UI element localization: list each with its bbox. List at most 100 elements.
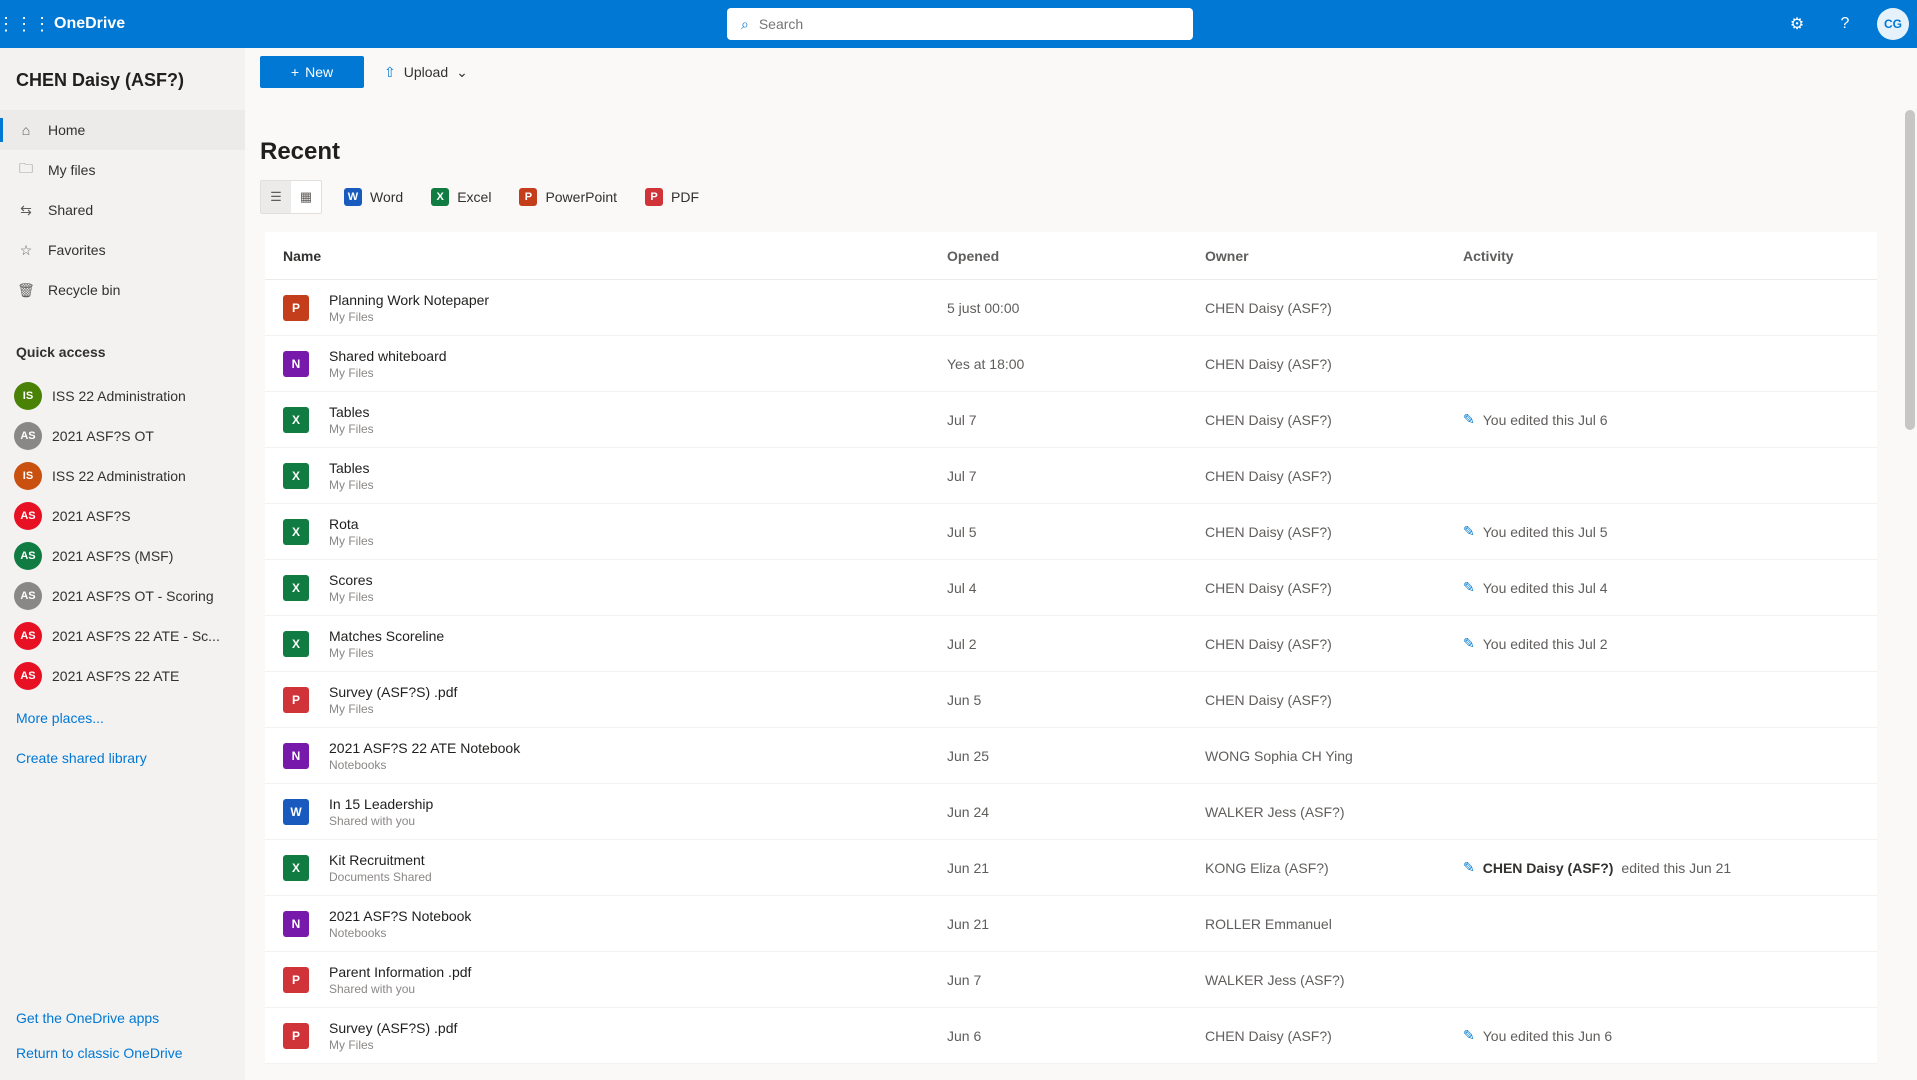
create-library-link[interactable]: Create shared library [16,750,147,766]
view-toggle[interactable]: ☰ ▦ [260,180,322,214]
file-name-cell[interactable]: X Kit Recruitment Documents Shared [265,852,947,884]
table-row[interactable]: W In 15 Leadership Shared with you Jun 24 WA… [265,784,1877,840]
table-row[interactable]: X Scores My Files Jul 4 CHEN Daisy (ASF?) ✎ Yo… [265,560,1877,616]
column-owner[interactable]: Owner [1205,248,1463,264]
app-name[interactable]: OneDrive [54,15,125,33]
file-name[interactable]: Shared whiteboard [329,348,447,364]
file-name-cell[interactable]: N Shared whiteboard My Files [265,348,947,380]
file-name-cell[interactable]: X Tables My Files [265,404,947,436]
table-row[interactable]: P Survey (ASF?S) .pdf My Files Jun 5 CHEN Da… [265,672,1877,728]
excel-file-icon: X [283,518,309,545]
table-row[interactable]: N 2021 ASF?S 22 ATE Notebook Notebooks Jun … [265,728,1877,784]
sidebar-item-shared[interactable]: ⇆ Shared [0,190,245,230]
file-name-cell[interactable]: X Matches Scoreline My Files [265,628,947,660]
new-button[interactable]: + New [260,56,364,88]
file-name-cell[interactable]: X Rota My Files [265,516,947,548]
onenote-file-icon: N [283,350,309,377]
file-name-cell[interactable]: X Tables My Files [265,460,947,492]
file-name-cell[interactable]: P Planning Work Notepaper My Files [265,292,947,324]
tile-view-icon[interactable]: ▦ [291,181,321,213]
library-item[interactable]: AS 2021 ASF?S 22 ATE - Sc... [0,616,245,656]
file-name-cell[interactable]: P Survey (ASF?S) .pdf My Files [265,684,947,716]
command-bar: + New ⇧ Upload ⌄ [245,48,1917,96]
list-view-icon[interactable]: ☰ [261,181,291,213]
sidebar-item-my-files[interactable]: 🗀 My files [0,150,245,190]
table-row[interactable]: X Tables My Files Jul 7 CHEN Daisy (ASF?) ✎ Yo… [265,392,1877,448]
table-row[interactable]: X Rota My Files Jul 5 CHEN Daisy (ASF?) ✎ You … [265,504,1877,560]
file-name-cell[interactable]: N 2021 ASF?S Notebook Notebooks [265,908,947,940]
column-opened[interactable]: Opened [947,248,1205,264]
sidebar-item-favorites[interactable]: ☆ Favorites [0,230,245,270]
file-name-cell[interactable]: N 2021 ASF?S 22 ATE Notebook Notebooks [265,740,947,772]
file-location: My Files [329,701,374,716]
table-row[interactable]: X Matches Scoreline My Files Jul 2 CHEN Dais… [265,616,1877,672]
file-name-cell[interactable]: P Survey (ASF?S) .pdf My Files [265,1020,947,1052]
file-name[interactable]: Survey (ASF?S) .pdf [329,684,457,700]
filter-excel[interactable]: X Excel [419,182,503,212]
more-places-link[interactable]: More places... [16,710,104,726]
file-name[interactable]: Tables [329,404,374,420]
file-name[interactable]: Tables [329,460,374,476]
table-row[interactable]: N 2021 ASF?S Notebook Notebooks Jun 21 ROLLE… [265,896,1877,952]
file-name[interactable]: Kit Recruitment [329,852,432,868]
file-name-cell[interactable]: X Scores My Files [265,572,947,604]
onenote-file-icon: N [283,910,309,937]
library-item[interactable]: AS 2021 ASF?S OT - Scoring [0,576,245,616]
table-row[interactable]: P Planning Work Notepaper My Files 5 just 0… [265,280,1877,336]
sidebar-item-recycle-bin[interactable]: 🗑 Recycle bin [0,270,245,310]
file-name[interactable]: Matches Scoreline [329,628,444,644]
table-row[interactable]: X Tables My Files Jul 7 CHEN Daisy (ASF?) [265,448,1877,504]
top-icons: ⚙ ? CG [1773,0,1917,48]
library-item[interactable]: AS 2021 ASF?S [0,496,245,536]
file-opened: Jun 5 [947,691,982,708]
library-item[interactable]: AS 2021 ASF?S 22 ATE [0,656,245,696]
library-item[interactable]: IS ISS 22 Administration [0,456,245,496]
file-name-cell[interactable]: P Parent Information .pdf Shared with you [265,964,947,996]
library-item[interactable]: IS ISS 22 Administration [0,376,245,416]
nav-icon: 🗀 [19,160,33,176]
get-apps-link[interactable]: Get the OneDrive apps [16,1010,159,1026]
file-name[interactable]: In 15 Leadership [329,796,433,812]
settings-icon[interactable]: ⚙ [1773,0,1821,48]
file-name[interactable]: Planning Work Notepaper [329,292,489,308]
account-button[interactable]: CG [1869,0,1917,48]
file-name[interactable]: Scores [329,572,374,588]
file-name[interactable]: 2021 ASF?S Notebook [329,908,471,924]
file-owner: CHEN Daisy (ASF?) [1205,355,1332,372]
search-box[interactable]: ⌕ [727,8,1193,40]
upload-button[interactable]: ⇧ Upload ⌄ [384,64,468,81]
library-logo-icon: AS [14,502,42,530]
file-name[interactable]: Rota [329,516,374,532]
table-row[interactable]: X Kit Recruitment Documents Shared Jun 21 KO… [265,840,1877,896]
file-opened: Yes at 18:00 [947,355,1025,372]
file-name[interactable]: Survey (ASF?S) .pdf [329,1020,457,1036]
pdf-file-icon: P [283,966,309,993]
filter-word[interactable]: W Word [332,182,415,212]
file-opened: Jul 7 [947,467,977,484]
return-classic-link[interactable]: Return to classic OneDrive [16,1045,183,1061]
scrollbar[interactable] [1905,110,1915,430]
help-icon[interactable]: ? [1821,0,1869,48]
filter-powerpoint[interactable]: P PowerPoint [507,182,629,212]
nav-icon: ⇆ [20,201,32,218]
table-row[interactable]: P Parent Information .pdf Shared with you J… [265,952,1877,1008]
file-owner: KONG Eliza (ASF?) [1205,859,1329,876]
file-name[interactable]: Parent Information .pdf [329,964,471,980]
table-row[interactable]: N Shared whiteboard My Files Yes at 18:00 CH… [265,336,1877,392]
quick-access-title: Quick access [16,344,106,360]
app-launcher-icon[interactable]: ⋮⋮⋮ [0,0,51,48]
file-name-cell[interactable]: W In 15 Leadership Shared with you [265,796,947,828]
file-name[interactable]: 2021 ASF?S 22 ATE Notebook [329,740,520,756]
library-item[interactable]: AS 2021 ASF?S OT [0,416,245,456]
library-item[interactable]: AS 2021 ASF?S (MSF) [0,536,245,576]
search-input[interactable] [758,16,1159,32]
filter-pdf[interactable]: P PDF [633,182,711,212]
edit-icon: ✎ [1463,523,1475,539]
column-name[interactable]: Name [265,248,947,264]
edit-icon: ✎ [1463,411,1475,427]
library-name: ISS 22 Administration [52,468,186,484]
file-location: Notebooks [329,757,387,772]
table-row[interactable]: P Survey (ASF?S) .pdf My Files Jun 6 CHEN Da… [265,1008,1877,1064]
sidebar-item-home[interactable]: ⌂ Home [0,110,245,150]
column-activity[interactable]: Activity [1463,248,1877,264]
